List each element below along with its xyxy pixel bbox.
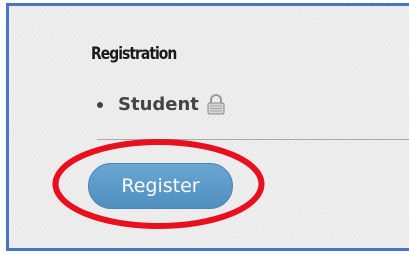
bullet-icon	[97, 101, 103, 108]
registration-option-label: Student	[118, 94, 199, 115]
registration-panel: Registration Student	[6, 3, 409, 251]
lock-icon	[207, 93, 225, 114]
section-title: Registration	[91, 44, 177, 64]
divider	[97, 139, 409, 140]
registration-option-student: Student	[97, 93, 226, 115]
register-button[interactable]: Register	[88, 163, 233, 209]
